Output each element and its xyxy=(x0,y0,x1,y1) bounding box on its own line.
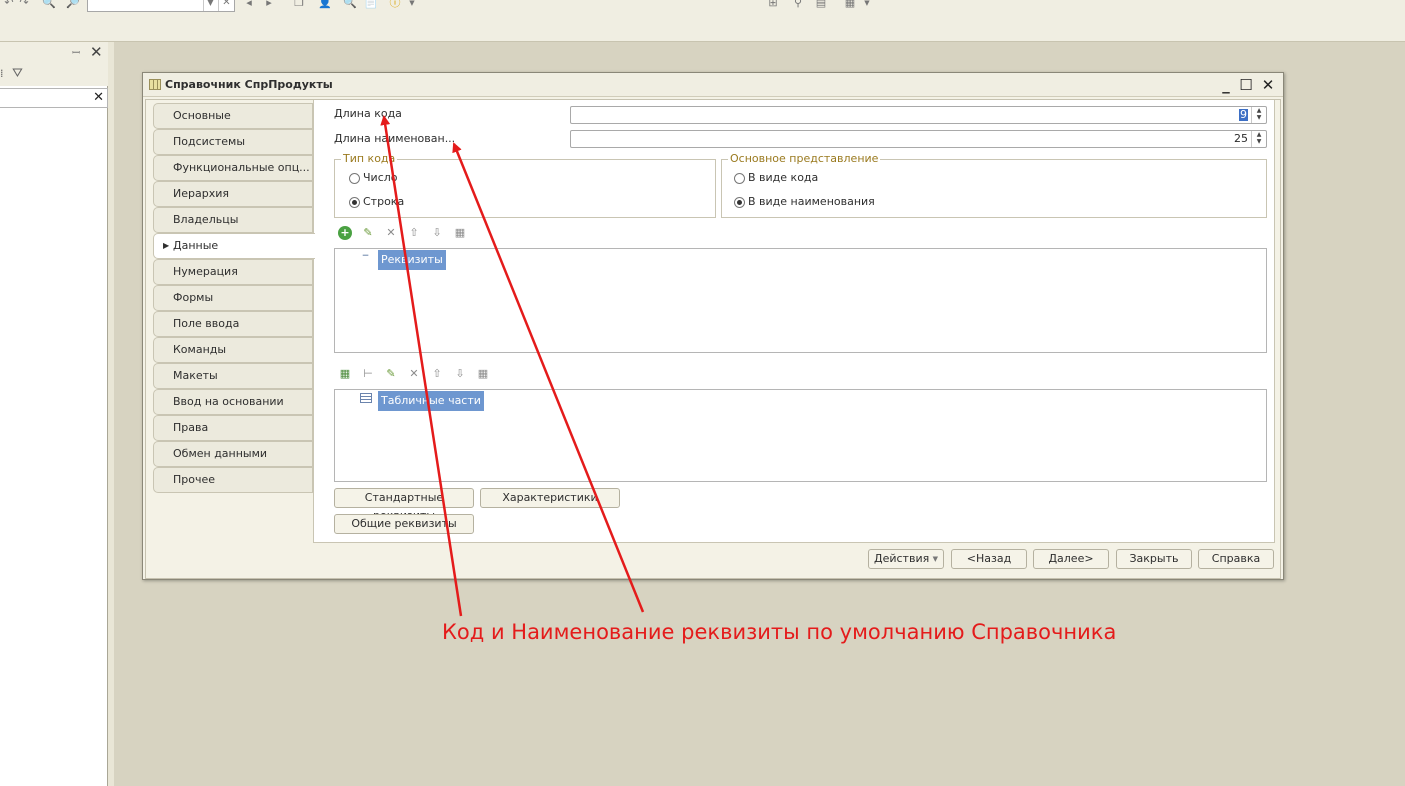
arrow-to-name-length xyxy=(452,142,645,613)
arrow-to-code-length xyxy=(380,115,463,617)
annotation-text: Код и Наименование реквизиты по умолчани… xyxy=(442,620,1117,644)
active-tab-arrow-icon: ▶ xyxy=(163,241,170,250)
tab-label: Данные xyxy=(173,239,219,252)
tab-data[interactable]: ▶ Данные xyxy=(153,233,315,259)
annotation-arrows xyxy=(380,115,645,617)
